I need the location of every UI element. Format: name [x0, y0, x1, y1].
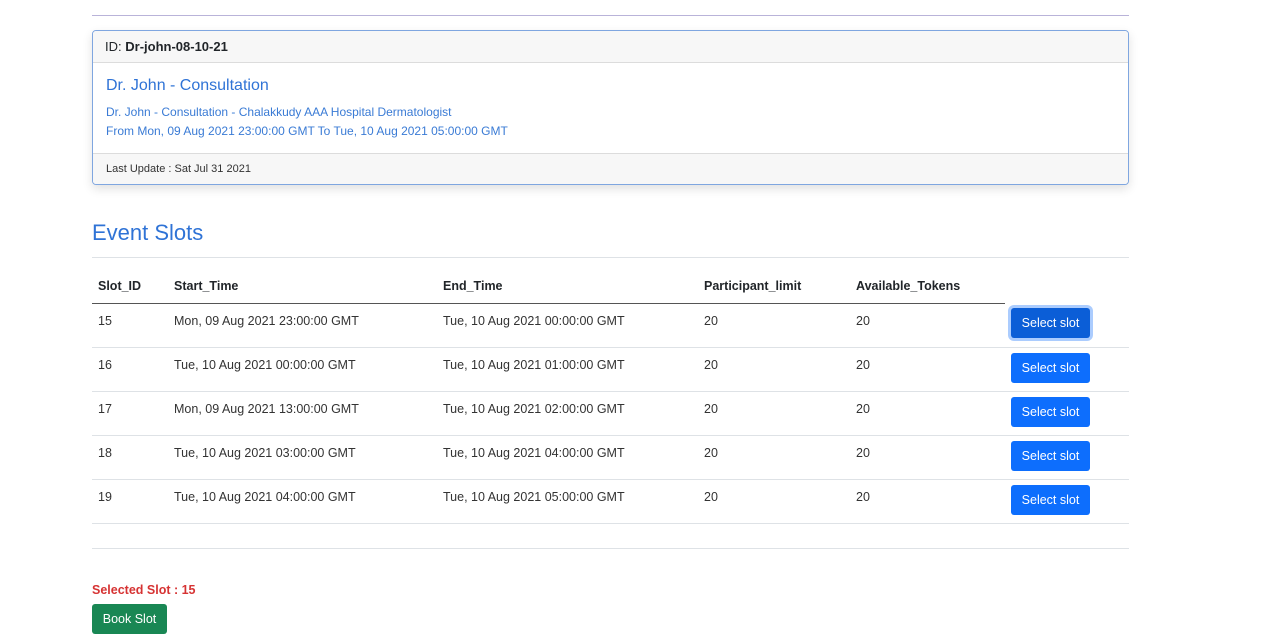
available-tokens-cell: 20	[850, 479, 1005, 524]
participant-limit-cell: 20	[698, 479, 850, 524]
event-card-body: Dr. John - Consultation Dr. John - Consu…	[93, 63, 1128, 153]
select-slot-button[interactable]: Select slot	[1011, 396, 1090, 427]
event-slots-heading: Event Slots	[92, 220, 204, 245]
slot-id-cell: 17	[92, 391, 168, 436]
action-cell: Select slot	[1005, 347, 1129, 392]
slot-id-cell: 16	[92, 347, 168, 392]
start-time-cell: Mon, 09 Aug 2021 23:00:00 GMT	[168, 303, 437, 348]
available-tokens-cell: 20	[850, 347, 1005, 392]
column-header-start-time: Start_Time	[168, 270, 437, 304]
column-header-available-tokens: Available_Tokens	[850, 270, 1005, 304]
event-id-label: ID:	[105, 39, 122, 54]
slot-id-cell: 15	[92, 303, 168, 348]
table-row: 19 Tue, 10 Aug 2021 04:00:00 GMT Tue, 10…	[92, 479, 1129, 524]
selected-slot-text: Selected Slot : 15	[92, 583, 196, 597]
end-time-cell: Tue, 10 Aug 2021 05:00:00 GMT	[437, 479, 698, 524]
event-id-value: Dr-john-08-10-21	[125, 39, 228, 54]
bottom-divider	[92, 548, 1129, 549]
select-slot-button[interactable]: Select slot	[1011, 308, 1090, 338]
action-cell: Select slot	[1005, 479, 1129, 524]
column-header-action	[1005, 270, 1129, 303]
end-time-cell: Tue, 10 Aug 2021 04:00:00 GMT	[437, 435, 698, 480]
table-row: 16 Tue, 10 Aug 2021 00:00:00 GMT Tue, 10…	[92, 347, 1129, 392]
available-tokens-cell: 20	[850, 435, 1005, 480]
column-header-participant-limit: Participant_limit	[698, 270, 850, 304]
select-slot-button[interactable]: Select slot	[1011, 484, 1090, 515]
start-time-cell: Mon, 09 Aug 2021 13:00:00 GMT	[168, 391, 437, 436]
section-divider	[92, 257, 1129, 258]
select-slot-button[interactable]: Select slot	[1011, 352, 1090, 383]
event-card: ID: Dr-john-08-10-21 Dr. John - Consulta…	[92, 30, 1129, 185]
event-card-header: ID: Dr-john-08-10-21	[93, 31, 1128, 63]
table-row: 18 Tue, 10 Aug 2021 03:00:00 GMT Tue, 10…	[92, 435, 1129, 480]
start-time-cell: Tue, 10 Aug 2021 03:00:00 GMT	[168, 435, 437, 480]
slots-table-header: Slot_ID Start_Time End_Time Participant_…	[92, 270, 1129, 304]
column-header-end-time: End_Time	[437, 270, 698, 304]
participant-limit-cell: 20	[698, 391, 850, 436]
event-timespan: From Mon, 09 Aug 2021 23:00:00 GMT To Tu…	[106, 124, 508, 138]
slot-id-cell: 19	[92, 479, 168, 524]
end-time-cell: Tue, 10 Aug 2021 02:00:00 GMT	[437, 391, 698, 436]
participant-limit-cell: 20	[698, 347, 850, 392]
available-tokens-cell: 20	[850, 303, 1005, 348]
action-cell: Select slot	[1005, 303, 1129, 348]
action-cell: Select slot	[1005, 435, 1129, 480]
table-row: 15 Mon, 09 Aug 2021 23:00:00 GMT Tue, 10…	[92, 303, 1129, 348]
select-slot-button[interactable]: Select slot	[1011, 440, 1090, 471]
slots-table: Slot_ID Start_Time End_Time Participant_…	[92, 270, 1129, 524]
event-description: Dr. John - Consultation - Chalakkudy AAA…	[106, 105, 452, 119]
participant-limit-cell: 20	[698, 435, 850, 480]
table-row: 17 Mon, 09 Aug 2021 13:00:00 GMT Tue, 10…	[92, 391, 1129, 436]
action-cell: Select slot	[1005, 391, 1129, 436]
top-divider	[92, 15, 1129, 16]
available-tokens-cell: 20	[850, 391, 1005, 436]
book-slot-button[interactable]: Book Slot	[92, 604, 167, 634]
event-last-update: Last Update : Sat Jul 31 2021	[93, 153, 1128, 184]
event-title: Dr. John - Consultation	[106, 77, 269, 94]
slot-id-cell: 18	[92, 435, 168, 480]
participant-limit-cell: 20	[698, 303, 850, 348]
start-time-cell: Tue, 10 Aug 2021 04:00:00 GMT	[168, 479, 437, 524]
end-time-cell: Tue, 10 Aug 2021 00:00:00 GMT	[437, 303, 698, 348]
column-header-slot-id: Slot_ID	[92, 270, 168, 304]
end-time-cell: Tue, 10 Aug 2021 01:00:00 GMT	[437, 347, 698, 392]
start-time-cell: Tue, 10 Aug 2021 00:00:00 GMT	[168, 347, 437, 392]
